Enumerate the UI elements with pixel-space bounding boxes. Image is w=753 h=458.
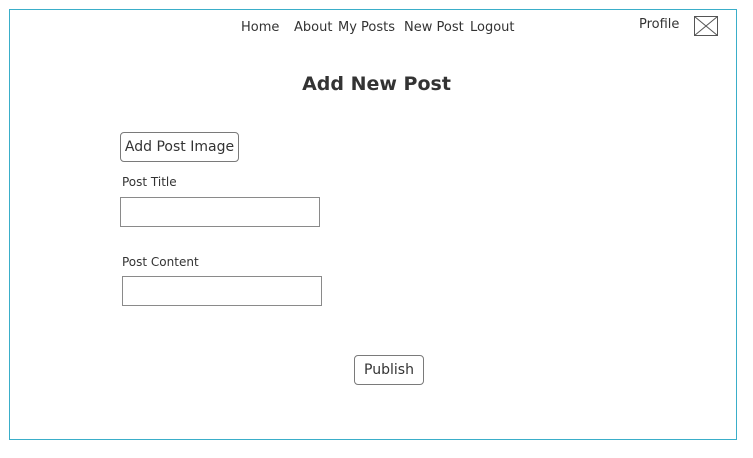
add-post-image-button[interactable]: Add Post Image <box>120 132 239 162</box>
post-title-label: Post Title <box>122 175 177 189</box>
post-content-input[interactable] <box>122 276 322 306</box>
nav-link-about[interactable]: About <box>294 20 332 36</box>
nav-link-profile[interactable]: Profile <box>639 17 679 33</box>
page-title: Add New Post <box>302 73 451 95</box>
post-content-label: Post Content <box>122 255 199 269</box>
nav-link-new-post[interactable]: New Post <box>404 20 464 36</box>
nav-link-home[interactable]: Home <box>241 20 279 36</box>
nav-link-my-posts[interactable]: My Posts <box>338 20 395 36</box>
publish-button[interactable]: Publish <box>354 355 424 385</box>
nav-link-logout[interactable]: Logout <box>470 20 515 36</box>
image-placeholder-icon[interactable] <box>694 16 718 36</box>
post-title-input[interactable] <box>120 197 320 227</box>
